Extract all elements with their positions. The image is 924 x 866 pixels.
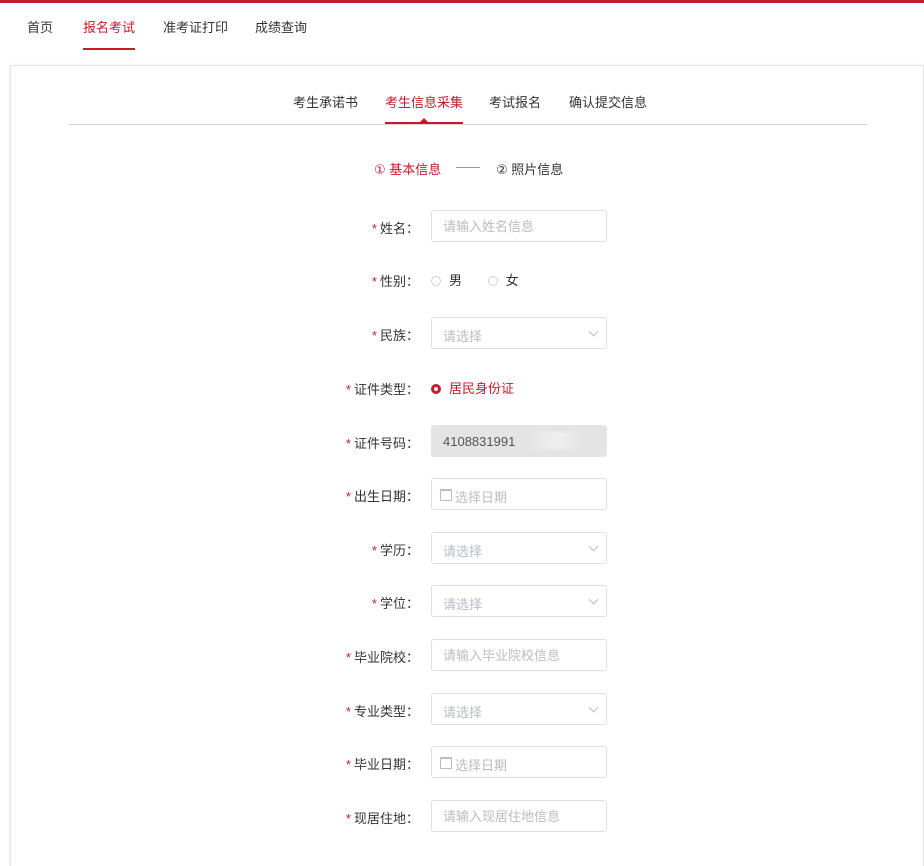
required-mark: * — [371, 596, 377, 611]
address-input[interactable] — [432, 801, 593, 831]
registration-card: 考生承诺书 考生信息采集 考试报名 确认提交信息 ① 基本信息 ② 照片信息 *… — [10, 65, 924, 866]
birth-date-placeholder: 选择日期 — [455, 490, 508, 505]
form-row-gender: * 性别： 男 女 — [11, 263, 923, 295]
ethnicity-placeholder: 请选择 — [443, 329, 483, 344]
tab-confirm-submit[interactable]: 确认提交信息 — [569, 96, 647, 122]
form-row-id-type: * 证件类型： 居民身份证 — [11, 371, 923, 403]
chevron-down-icon — [588, 541, 599, 552]
birth-date-label: * 出生日期： — [345, 489, 419, 504]
required-mark: * — [371, 221, 377, 236]
nav-exam-registration[interactable]: 报名考试 — [83, 17, 136, 50]
required-mark: * — [345, 650, 351, 665]
id-type-radio-group: 居民身份证 — [431, 378, 536, 397]
address-label: * 现居住地： — [345, 811, 419, 826]
education-placeholder: 请选择 — [443, 544, 483, 559]
id-number-input[interactable]: 4108831991 — [431, 425, 607, 457]
calendar-icon — [440, 757, 452, 769]
form-row-ethnicity: * 民族： 请选择 — [11, 317, 923, 349]
chevron-down-icon — [588, 326, 599, 337]
id-number-label: * 证件号码： — [345, 436, 419, 451]
top-navigation: 首页 报名考试 准考证打印 成绩查询 — [0, 3, 924, 61]
grad-date-picker[interactable]: 选择日期 — [431, 746, 607, 778]
chevron-down-icon — [588, 702, 599, 713]
gender-radio-female[interactable]: 女 — [487, 270, 519, 289]
required-mark: * — [371, 543, 377, 558]
nav-score-query[interactable]: 成绩查询 — [255, 17, 307, 48]
step-photo-info: ② 照片信息 — [496, 162, 564, 177]
major-type-label: * 专业类型： — [345, 704, 419, 719]
school-field-wrapper — [431, 639, 607, 671]
required-mark: * — [345, 436, 351, 451]
id-type-radio-resident-id[interactable]: 居民身份证 — [431, 378, 514, 397]
name-label: * 姓名： — [371, 221, 419, 236]
required-mark: * — [345, 489, 351, 504]
name-field-wrapper — [431, 210, 607, 242]
form-row-name: * 姓名： — [11, 210, 923, 242]
required-mark: * — [371, 274, 377, 289]
nav-home[interactable]: 首页 — [27, 17, 53, 48]
id-number-value: 4108831991 — [443, 434, 516, 449]
ethnicity-label: * 民族： — [371, 328, 419, 343]
step-connector — [456, 167, 480, 168]
degree-label: * 学位： — [371, 596, 419, 611]
major-type-select[interactable]: 请选择 — [431, 693, 607, 725]
birth-date-picker[interactable]: 选择日期 — [431, 478, 607, 510]
form-row-degree: * 学位： 请选择 — [11, 585, 923, 617]
gender-label: * 性别： — [371, 274, 419, 289]
required-mark: * — [345, 382, 351, 397]
education-select[interactable]: 请选择 — [431, 532, 607, 564]
form-row-grad-date: * 毕业日期： 选择日期 — [11, 746, 923, 778]
gender-radio-male[interactable]: 男 — [431, 270, 462, 289]
tab-exam-registration[interactable]: 考试报名 — [489, 96, 541, 122]
required-mark: * — [345, 704, 351, 719]
degree-select[interactable]: 请选择 — [431, 585, 607, 617]
required-mark: * — [345, 757, 351, 772]
calendar-icon — [440, 489, 452, 501]
required-mark: * — [345, 811, 351, 826]
radio-circle-icon — [487, 276, 498, 286]
chevron-down-icon — [588, 594, 599, 605]
tab-candidate-info[interactable]: 考生信息采集 — [385, 95, 464, 124]
grad-date-placeholder: 选择日期 — [455, 758, 508, 773]
school-input[interactable] — [432, 640, 593, 670]
id-type-label: * 证件类型： — [345, 382, 419, 397]
form-row-school: * 毕业院校： — [11, 639, 923, 671]
required-mark: * — [371, 328, 377, 343]
grad-date-label: * 毕业日期： — [345, 757, 419, 772]
step-basic-info: ① 基本信息 — [374, 162, 442, 177]
form-row-address: * 现居住地： — [11, 800, 923, 832]
tab-commitment-letter[interactable]: 考生承诺书 — [293, 96, 358, 122]
address-field-wrapper — [431, 800, 607, 832]
name-input[interactable] — [432, 211, 593, 241]
major-type-placeholder: 请选择 — [443, 705, 483, 720]
gender-radio-group: 男 女 — [431, 270, 541, 289]
radio-checked-icon — [431, 384, 441, 394]
active-tab-caret-icon — [420, 118, 428, 122]
radio-circle-icon — [431, 276, 441, 286]
education-label: * 学历： — [371, 543, 419, 558]
form-row-education: * 学历： 请选择 — [11, 532, 923, 564]
school-label: * 毕业院校： — [345, 650, 419, 665]
tab-candidate-info-label: 考生信息采集 — [385, 95, 464, 110]
ethnicity-select[interactable]: 请选择 — [431, 317, 607, 349]
nav-admission-ticket-print[interactable]: 准考证打印 — [163, 17, 228, 48]
process-tabs: 考生承诺书 考生信息采集 考试报名 确认提交信息 — [68, 96, 868, 125]
form-row-id-number: * 证件号码： 4108831991 — [11, 425, 923, 457]
form-row-birth-date: * 出生日期： 选择日期 — [11, 478, 923, 510]
form-row-major-type: * 专业类型： 请选择 — [11, 693, 923, 725]
redacted-blur — [526, 432, 582, 450]
degree-placeholder: 请选择 — [443, 597, 483, 612]
